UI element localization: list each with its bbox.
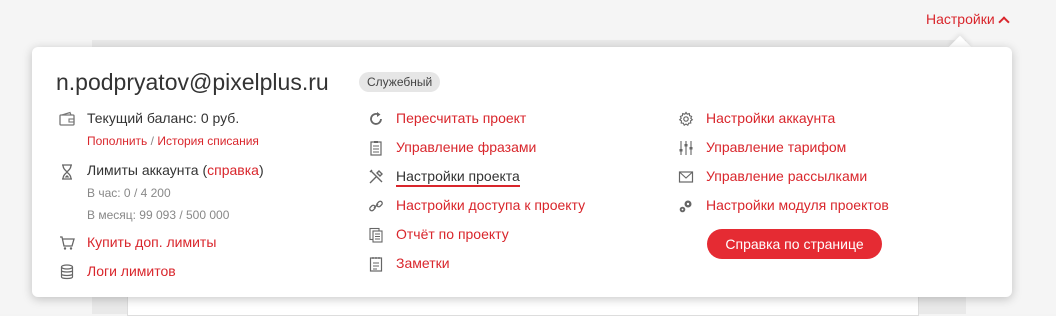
limits-per-month: В месяц: 99 093 / 500 000 [87, 208, 230, 222]
project-item-settings[interactable]: Настройки проекта [396, 168, 520, 187]
balance-label: Текущий баланс: 0 руб. [87, 110, 240, 126]
cogs-icon [678, 198, 694, 214]
settings-item-projects-module[interactable]: Настройки модуля проектов [706, 197, 889, 213]
project-item-access[interactable]: Настройки доступа к проекту [396, 197, 585, 213]
history-link[interactable]: История списания [157, 134, 259, 148]
project-item-recalculate[interactable]: Пересчитать проект [396, 110, 526, 126]
hourglass-icon [59, 164, 75, 180]
limits-label-row: Лимиты аккаунта (справка) [87, 162, 264, 178]
link-icon [368, 198, 384, 214]
clipboard-icon [368, 140, 384, 156]
limit-logs-link[interactable]: Логи лимитов [87, 263, 176, 279]
limits-per-hour: В час: 0 / 4 200 [87, 186, 171, 200]
settings-menu-label: Настройки [926, 11, 995, 27]
notes-icon [368, 256, 384, 272]
page-help-button[interactable]: Справка по странице [707, 229, 882, 259]
wallet-icon [59, 111, 75, 127]
limits-help-link[interactable]: справка [207, 162, 259, 178]
account-email: n.podpryatov@pixelplus.ru [56, 69, 329, 95]
limits-close-paren: ) [258, 162, 264, 178]
settings-item-mailings[interactable]: Управление рассылками [706, 168, 867, 184]
settings-item-account[interactable]: Настройки аккаунта [706, 110, 835, 126]
settings-dropdown: n.podpryatov@pixelplus.ru Служебный Теку… [32, 47, 1012, 297]
settings-item-tariff[interactable]: Управление тарифом [706, 139, 846, 155]
account-type-badge: Служебный [359, 72, 441, 92]
sliders-icon [678, 140, 694, 156]
project-settings-label: Настройки проекта [396, 168, 520, 187]
settings-menu-toggle[interactable]: Настройки [926, 11, 1010, 28]
topup-link[interactable]: Пополнить [87, 134, 147, 148]
report-icon [368, 227, 384, 243]
project-item-report[interactable]: Отчёт по проекту [396, 226, 509, 242]
project-item-phrases[interactable]: Управление фразами [396, 139, 536, 155]
mail-icon [678, 169, 694, 185]
project-item-notes[interactable]: Заметки [396, 255, 450, 271]
database-icon [59, 264, 75, 280]
cart-icon [59, 235, 75, 251]
gear-icon [678, 111, 694, 127]
links-separator: / [150, 134, 154, 148]
chevron-up-icon [997, 15, 1010, 28]
limits-label: Лимиты аккаунта ( [87, 162, 208, 178]
buy-limits-link[interactable]: Купить доп. лимиты [87, 234, 216, 250]
balance-links: Пополнить / История списания [87, 134, 259, 148]
tools-icon [368, 169, 384, 185]
refresh-icon [368, 111, 384, 127]
